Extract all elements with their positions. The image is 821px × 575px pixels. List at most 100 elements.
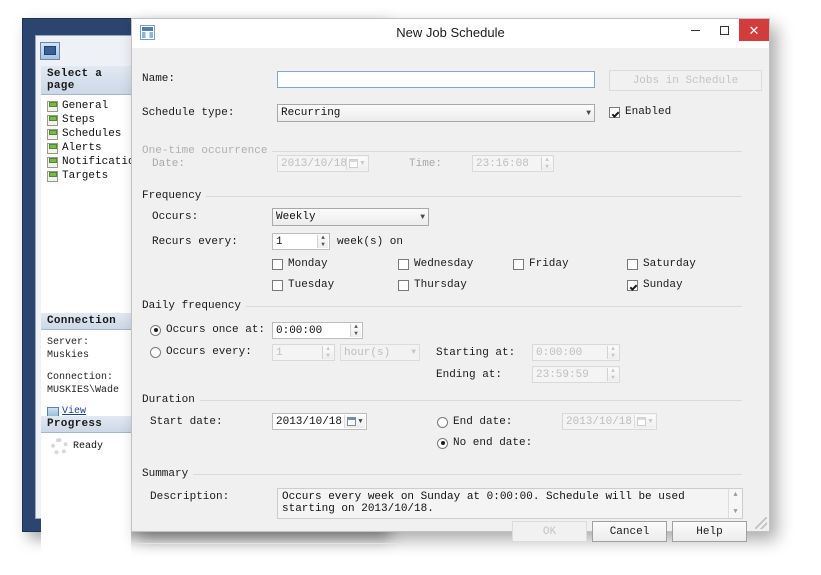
group-divider [142, 400, 742, 401]
ending-at-label: Ending at: [436, 369, 503, 381]
day-checkbox-friday[interactable]: Friday [513, 258, 569, 270]
thursday-checkbox[interactable] [398, 279, 409, 291]
friday-checkbox[interactable] [513, 258, 524, 270]
day-checkbox-saturday[interactable]: Saturday [627, 258, 696, 270]
minimize-button[interactable] [681, 19, 710, 41]
day-checkbox-monday[interactable]: Monday [272, 258, 328, 270]
dialog-titlebar[interactable]: New Job Schedule ✕ [132, 19, 769, 49]
progress-panel: Progress Ready [41, 416, 131, 465]
ok-button[interactable]: OK [512, 521, 587, 542]
saturday-checkbox[interactable] [627, 258, 638, 270]
one-time-date-label: Date: [152, 158, 186, 170]
enabled-checkbox[interactable] [609, 106, 620, 118]
enabled-checkbox-row[interactable]: Enabled [609, 106, 671, 118]
day-checkbox-thursday[interactable]: Thursday [398, 279, 467, 291]
spinner-arrows[interactable]: ▲ ▼ [317, 235, 328, 248]
calendar-dropdown-button[interactable]: ▼ [346, 157, 367, 170]
frequency-title: Frequency [142, 190, 207, 202]
new-job-schedule-dialog[interactable]: New Job Schedule ✕ Name: Jobs in Schedul… [131, 18, 770, 544]
day-checkbox-wednesday[interactable]: Wednesday [398, 258, 473, 270]
starting-at-input[interactable]: 0:00:00 ▲ ▼ [532, 344, 620, 361]
occurs-once-time-input[interactable]: 0:00:00 ▲ ▼ [272, 322, 363, 339]
one-time-date-input[interactable]: 2013/10/18 ▼ [277, 155, 369, 172]
ending-at-input[interactable]: 23:59:59 ▲ ▼ [532, 366, 620, 383]
name-input[interactable] [277, 71, 595, 88]
cancel-button[interactable]: Cancel [592, 521, 667, 542]
sidebar-item-schedules[interactable]: Schedules [41, 127, 131, 141]
group-divider [142, 474, 742, 475]
one-time-time-input[interactable]: 23:16:08 ▲ ▼ [472, 155, 554, 172]
calendar-dropdown-button[interactable]: ▼ [634, 415, 655, 428]
close-button[interactable]: ✕ [739, 19, 769, 41]
end-date-radio[interactable] [437, 416, 448, 428]
description-scrollbar[interactable]: ▲ ▼ [728, 489, 742, 518]
spinner-arrows[interactable]: ▲ ▼ [322, 346, 333, 359]
occurs-every-radio-row[interactable]: Occurs every: [150, 346, 252, 358]
occurs-select[interactable]: Weekly ▼ [272, 208, 429, 226]
one-time-date-label-row: Date: [152, 158, 185, 170]
spinner-arrows[interactable]: ▲ ▼ [607, 346, 618, 359]
sunday-checkbox[interactable] [627, 279, 638, 291]
occurs-every-value-input[interactable]: 1 ▲ ▼ [272, 344, 335, 361]
spinner-arrows[interactable]: ▲ ▼ [350, 324, 361, 337]
resize-grip[interactable] [755, 517, 767, 529]
schedule-type-label-row: Schedule type: [142, 107, 234, 119]
occurs-label: Occurs: [152, 211, 199, 223]
start-date-input[interactable]: 2013/10/18 ▼ [272, 413, 367, 430]
day-label: Friday [529, 258, 569, 270]
occurs-value: Weekly [276, 211, 316, 223]
no-end-date-radio-row[interactable]: No end date: [437, 437, 532, 449]
spinner-arrows[interactable]: ▲ ▼ [607, 368, 618, 381]
occurs-every-radio[interactable] [150, 346, 161, 358]
maximize-button[interactable] [710, 19, 739, 41]
spinner-down-icon: ▼ [326, 351, 330, 359]
spinner-arrows[interactable]: ▲ ▼ [541, 157, 552, 170]
page-icon [47, 170, 58, 182]
recurs-every-input[interactable]: 1 ▲ ▼ [272, 233, 330, 250]
help-button[interactable]: Help [672, 521, 747, 542]
day-label: Thursday [414, 279, 467, 291]
ending-at-value: 23:59:59 [536, 368, 589, 381]
occurs-once-radio-row[interactable]: Occurs once at: [150, 324, 265, 336]
sidebar-item-alerts[interactable]: Alerts [41, 141, 131, 155]
calendar-icon [637, 417, 647, 426]
progress-body: Ready [41, 433, 131, 465]
sidebar-item-steps[interactable]: Steps [41, 113, 131, 127]
day-checkbox-tuesday[interactable]: Tuesday [272, 279, 334, 291]
starting-at-label-row: Starting at: [436, 347, 515, 359]
no-end-date-radio[interactable] [437, 437, 448, 449]
schedule-type-select[interactable]: Recurring ▼ [277, 104, 595, 122]
occurs-once-radio[interactable] [150, 324, 161, 336]
calendar-dropdown-button[interactable]: ▼ [344, 415, 365, 428]
sidebar-item-notifications[interactable]: Notifications [41, 155, 148, 169]
start-date-label: Start date: [150, 416, 223, 428]
select-a-page-title: Select a page [41, 66, 131, 95]
one-time-occurrence-group: One-time occurrence [142, 145, 742, 157]
recurs-unit-label: week(s) on [337, 236, 404, 248]
monday-checkbox[interactable] [272, 258, 283, 270]
occurs-every-unit-select[interactable]: hour(s) ▼ [340, 344, 420, 361]
connection-title: Connection [41, 313, 131, 330]
sidebar-item-general[interactable]: General [41, 99, 131, 113]
occurs-once-label: Occurs once at: [166, 324, 266, 336]
tuesday-checkbox[interactable] [272, 279, 283, 291]
scroll-down-icon: ▼ [733, 508, 738, 516]
occurs-every-label: Occurs every: [166, 346, 252, 358]
wednesday-checkbox[interactable] [398, 258, 409, 270]
sidebar-item-label: Alerts [62, 142, 102, 154]
dialog-title: New Job Schedule [396, 25, 505, 40]
starting-at-label: Starting at: [436, 347, 516, 359]
day-label: Sunday [643, 279, 683, 291]
day-checkbox-sunday[interactable]: Sunday [627, 279, 683, 291]
chevron-down-icon: ▼ [586, 108, 591, 118]
server-value: Muskies [47, 350, 90, 361]
end-date-input[interactable]: 2013/10/18 ▼ [562, 413, 657, 430]
sidebar-item-targets[interactable]: Targets [41, 169, 131, 183]
end-date-value: 2013/10/18 [566, 415, 633, 428]
jobs-in-schedule-button[interactable]: Jobs in Schedule [609, 70, 762, 91]
occurs-once-time-value: 0:00:00 [276, 324, 323, 337]
duration-group: Duration [142, 394, 742, 406]
end-date-radio-row[interactable]: End date: [437, 416, 512, 428]
day-label: Tuesday [288, 279, 335, 291]
description-textarea[interactable]: Occurs every week on Sunday at 0:00:00. … [277, 488, 743, 519]
